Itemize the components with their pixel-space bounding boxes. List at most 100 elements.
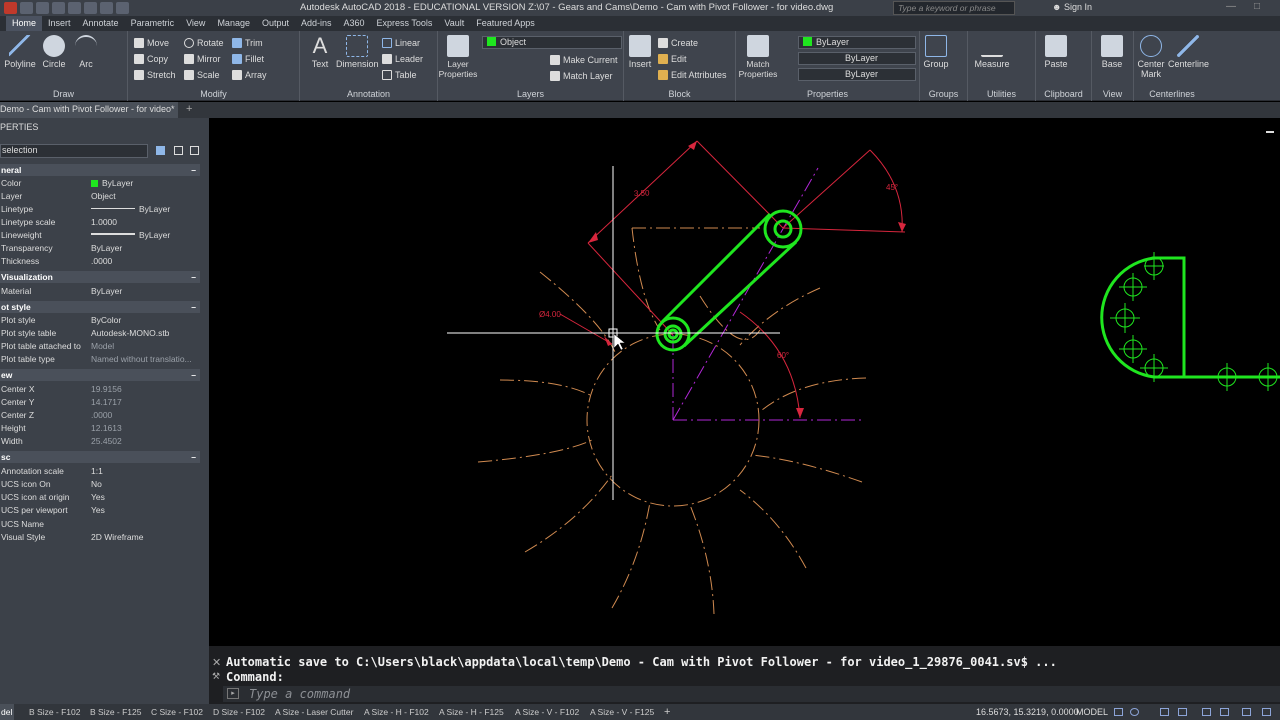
new-icon[interactable] [20, 2, 33, 14]
section-view[interactable]: ew – [0, 369, 200, 381]
prop-layer[interactable]: Layer Object [0, 190, 200, 203]
save-as-icon[interactable] [68, 2, 81, 14]
command-prompt-icon[interactable]: ▸ [227, 688, 239, 699]
tab-view[interactable]: View [180, 16, 211, 31]
undo-icon[interactable] [100, 2, 113, 14]
layout-tab-a-h-f102[interactable]: A Size - H - F102 [364, 704, 429, 720]
minimize-icon[interactable]: — [1226, 1, 1236, 12]
tab-a360[interactable]: A360 [338, 16, 371, 31]
open-icon[interactable] [36, 2, 49, 14]
table-button[interactable]: Table [382, 67, 417, 82]
layer-properties-button[interactable]: Layer Properties [438, 35, 478, 79]
view-panel-title[interactable]: View [1092, 89, 1133, 99]
add-layout-icon[interactable]: + [664, 704, 670, 720]
color-dropdown[interactable]: ByLayer [798, 36, 916, 49]
linetype-dropdown[interactable]: ByLayer [798, 52, 916, 65]
mirror-button[interactable]: Mirror [184, 51, 221, 66]
prop-height[interactable]: Height 12.1613 [0, 422, 200, 435]
model-space-toggle[interactable]: MODEL [1076, 704, 1108, 720]
insert-button[interactable]: Insert [624, 35, 656, 69]
trim-button[interactable]: Trim [232, 35, 263, 50]
centerline-button[interactable]: Centerline [1168, 35, 1209, 69]
block-panel-title[interactable]: Block [624, 89, 735, 99]
prop-lineweight[interactable]: Lineweight ByLayer [0, 229, 200, 242]
tab-annotate[interactable]: Annotate [77, 16, 125, 31]
linear-button[interactable]: Linear [382, 35, 420, 50]
select-objects-icon[interactable] [174, 146, 183, 155]
wrench-icon[interactable]: ⚒ [212, 671, 220, 682]
tab-parametric[interactable]: Parametric [125, 16, 181, 31]
measure-button[interactable]: Measure [972, 35, 1012, 69]
group-button[interactable]: Group [920, 35, 952, 69]
prop-linetype[interactable]: Linetype ByLayer [0, 203, 200, 216]
arc-button[interactable]: Arc [66, 35, 106, 69]
tab-insert[interactable]: Insert [42, 16, 77, 31]
clipboard-panel-title[interactable]: Clipboard [1036, 89, 1091, 99]
section-visualization[interactable]: Visualization – [0, 271, 200, 283]
customize-icon[interactable] [1262, 708, 1271, 716]
tab-manage[interactable]: Manage [211, 16, 256, 31]
section-misc[interactable]: sc – [0, 451, 200, 463]
layout-tab-b-f125[interactable]: B Size - F125 [90, 704, 142, 720]
base-button[interactable]: Base [1092, 35, 1132, 69]
array-button[interactable]: Array [232, 67, 267, 82]
otrack-icon[interactable] [1220, 708, 1229, 716]
quick-select-icon[interactable] [156, 146, 165, 155]
tab-featured-apps[interactable]: Featured Apps [470, 16, 541, 31]
center-mark-button[interactable]: Center Mark [1134, 35, 1168, 79]
polar-icon[interactable] [1178, 708, 1187, 716]
prop-plot-style-table[interactable]: Plot style table Autodesk-MONO.stb [0, 327, 200, 340]
lineweight-icon[interactable] [1242, 708, 1251, 716]
drawing-canvas[interactable]: 3.50 45° 60° Ø4.00 [209, 118, 1280, 646]
prop-ucs-name[interactable]: UCS Name [0, 518, 200, 531]
modify-panel-title[interactable]: Modify [128, 89, 299, 99]
tab-add-ins[interactable]: Add-ins [295, 16, 338, 31]
leader-button[interactable]: Leader [382, 51, 423, 66]
groups-panel-title[interactable]: Groups [920, 89, 967, 99]
create-block-button[interactable]: Create [658, 35, 698, 50]
prop-plot-style[interactable]: Plot style ByColor [0, 314, 200, 327]
match-properties-button[interactable]: Match Properties [738, 35, 778, 79]
prop-ucs-icon-origin[interactable]: UCS icon at origin Yes [0, 491, 200, 504]
lineweight-dropdown[interactable]: ByLayer [798, 68, 916, 81]
draw-panel-title[interactable]: Draw [0, 89, 127, 99]
grid-icon[interactable] [1114, 708, 1123, 716]
osnap-icon[interactable] [1202, 708, 1211, 716]
prop-plot-table-attached[interactable]: Plot table attached to Model [0, 340, 200, 353]
prop-linetype-scale[interactable]: Linetype scale 1.0000 [0, 216, 200, 229]
layout-tab-a-v-f125[interactable]: A Size - V - F125 [590, 704, 654, 720]
layout-tab-a-v-f102[interactable]: A Size - V - F102 [515, 704, 579, 720]
maximize-icon[interactable]: □ [1254, 1, 1260, 12]
prop-plot-table-type[interactable]: Plot table type Named without translatio.… [0, 353, 200, 366]
app-menu-icon[interactable] [4, 2, 17, 14]
ortho-icon[interactable] [1160, 708, 1169, 716]
pickadd-icon[interactable] [190, 146, 199, 155]
dimension-button[interactable]: Dimension [336, 35, 379, 69]
section-general[interactable]: neral – [0, 164, 200, 176]
tab-output[interactable]: Output [256, 16, 295, 31]
prop-material[interactable]: Material ByLayer [0, 285, 200, 298]
make-current-button[interactable]: Make Current [550, 52, 618, 67]
scale-button[interactable]: Scale [184, 67, 220, 82]
sign-in-button[interactable]: ☻ Sign In [1052, 2, 1092, 12]
prop-ucs-icon-on[interactable]: UCS icon On No [0, 478, 200, 491]
layer-dropdown[interactable]: Object [482, 36, 622, 49]
prop-center-y[interactable]: Center Y 14.1717 [0, 396, 200, 409]
match-layer-button[interactable]: Match Layer [550, 68, 613, 83]
new-tab-icon[interactable]: + [186, 103, 192, 115]
section-plot-style[interactable]: ot style – [0, 301, 200, 313]
snap-icon[interactable] [1130, 708, 1139, 716]
document-tab[interactable]: Demo - Cam with Pivot Follower - for vid… [0, 102, 178, 118]
text-button[interactable]: A Text [300, 35, 340, 70]
command-input[interactable]: Type a command [223, 686, 1280, 702]
fillet-button[interactable]: Fillet [232, 51, 264, 66]
layout-tab-b-f102[interactable]: B Size - F102 [29, 704, 81, 720]
prop-width[interactable]: Width 25.4502 [0, 435, 200, 448]
layers-panel-title[interactable]: Layers [438, 89, 623, 99]
prop-thickness[interactable]: Thickness .0000 [0, 255, 200, 268]
copy-button[interactable]: Copy [134, 51, 168, 66]
prop-visual-style[interactable]: Visual Style 2D Wireframe [0, 531, 200, 544]
properties-panel-title[interactable]: Properties [736, 89, 919, 99]
prop-transparency[interactable]: Transparency ByLayer [0, 242, 200, 255]
viewport-control-icon[interactable] [1266, 131, 1274, 133]
